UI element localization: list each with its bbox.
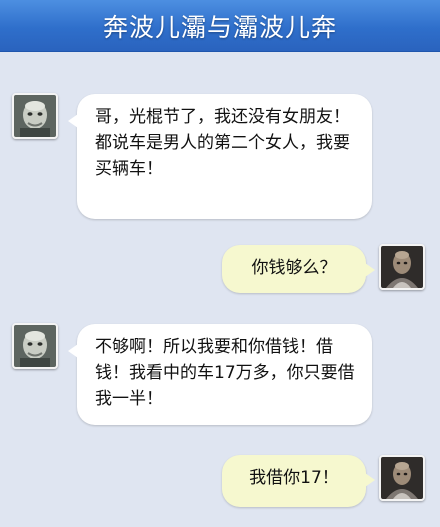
bald-man-avatar-icon[interactable] (379, 244, 425, 290)
chat-title: 奔波儿灞与灞波儿奔 (102, 12, 337, 42)
bald-man-avatar-icon[interactable] (379, 455, 425, 501)
old-man-avatar-icon[interactable] (12, 323, 58, 369)
chat-header: 奔波儿灞与灞波儿奔 (0, 0, 440, 52)
message-bubble: 我借你17！ (222, 455, 375, 507)
message-bubble: 不够啊！所以我要和你借钱！借钱！我看中的车17万多，你只要借我一半！ (68, 324, 372, 425)
chat-area: 哥，光棍节了，我还没有女朋友！都说车是男人的第二个女人，我要买辆车！ 你钱够么？ (0, 52, 440, 527)
message-bubble: 哥，光棍节了，我还没有女朋友！都说车是男人的第二个女人，我要买辆车！ (68, 94, 372, 219)
message-bubble: 你钱够么？ (222, 245, 375, 293)
old-man-avatar-icon[interactable] (12, 93, 58, 139)
